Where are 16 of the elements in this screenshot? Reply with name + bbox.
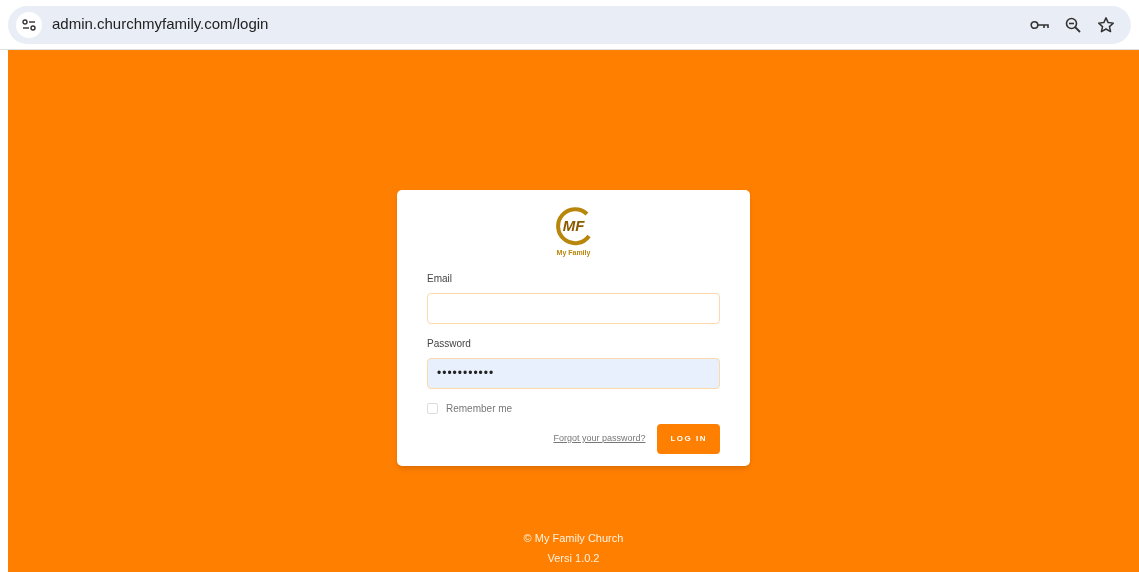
address-bar[interactable]: admin.churchmyfamily.com/login — [8, 5, 1131, 44]
input-field[interactable]: ••••••••••• — [427, 357, 720, 389]
logo: MF — [552, 206, 595, 246]
site-settings-icon[interactable] — [16, 11, 42, 38]
key-icon[interactable] — [1030, 19, 1049, 30]
checkbox[interactable] — [427, 402, 438, 414]
footer-text: Versi 1.0.2 — [547, 550, 600, 566]
input-field[interactable] — [427, 292, 720, 324]
forgot-password-link[interactable]: Forgot your password? — [553, 431, 646, 446]
url-text: admin.churchmyfamily.com/login — [52, 14, 269, 35]
field-label: Email — [427, 271, 453, 286]
field-label: Password — [427, 336, 472, 351]
zoom-out-icon[interactable] — [1065, 16, 1081, 33]
checkbox-label: Remember me — [446, 401, 513, 416]
footer-text: © My Family Church — [523, 531, 624, 546]
bookmark-star-icon[interactable] — [1097, 15, 1115, 34]
